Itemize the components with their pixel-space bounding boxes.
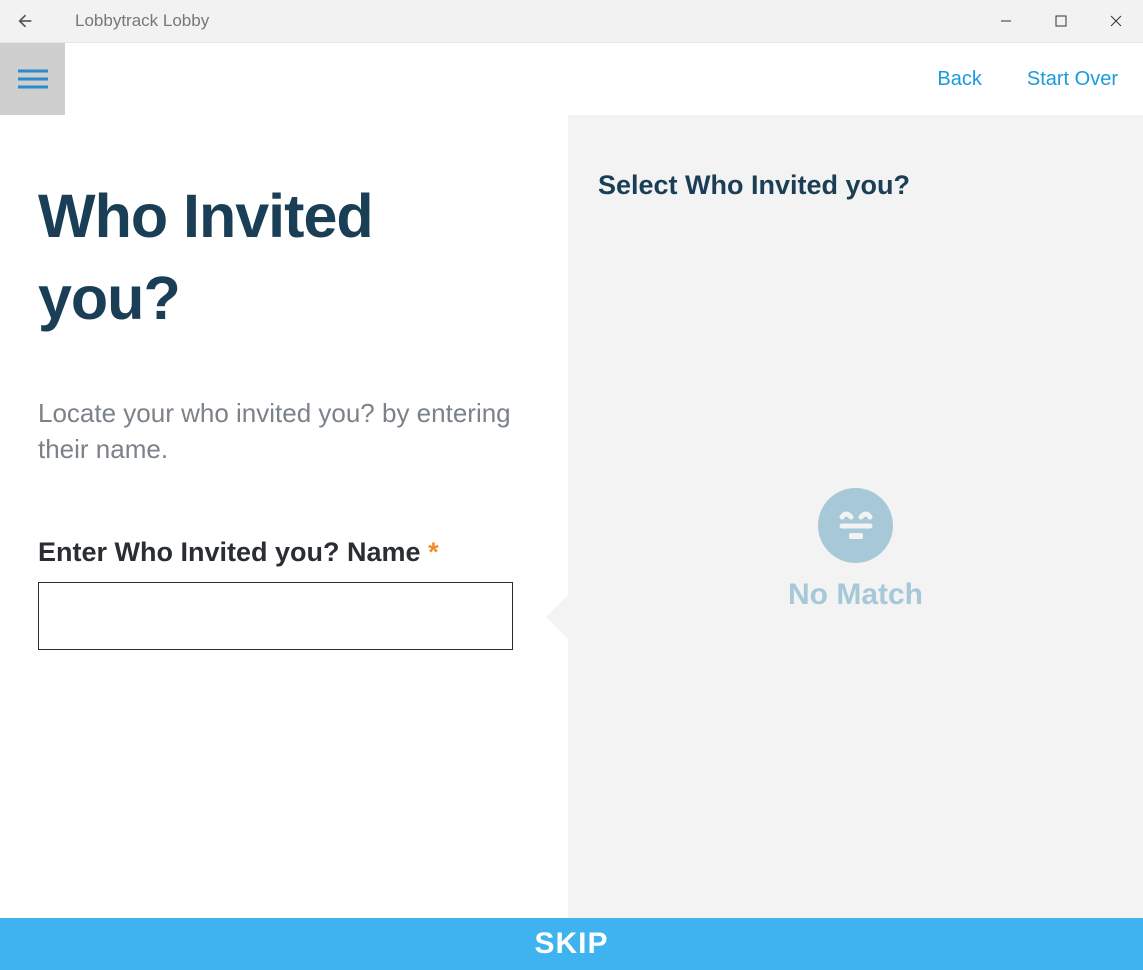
window-maximize-button[interactable] bbox=[1033, 0, 1088, 42]
no-match-state: No Match bbox=[598, 201, 1113, 898]
right-pane: Select Who Invited you? No Match bbox=[568, 115, 1143, 918]
back-link[interactable]: Back bbox=[937, 68, 981, 91]
left-pane: Who Invited you? Locate your who invited… bbox=[0, 115, 568, 918]
pointer-arrow-icon bbox=[546, 595, 568, 639]
select-heading: Select Who Invited you? bbox=[598, 170, 1113, 201]
window-titlebar: Lobbytrack Lobby bbox=[0, 0, 1143, 43]
window-close-button[interactable] bbox=[1088, 0, 1143, 42]
name-input[interactable] bbox=[38, 582, 513, 650]
hamburger-menu-button[interactable] bbox=[0, 43, 65, 115]
page-subtext: Locate your who invited you? by entering… bbox=[38, 395, 530, 468]
window-minimize-button[interactable] bbox=[978, 0, 1033, 42]
main-content: Who Invited you? Locate your who invited… bbox=[0, 115, 1143, 918]
page-title: Who Invited you? bbox=[38, 175, 530, 340]
app-header: Back Start Over bbox=[0, 43, 1143, 115]
window-title: Lobbytrack Lobby bbox=[45, 11, 978, 31]
start-over-link[interactable]: Start Over bbox=[1027, 68, 1118, 91]
no-match-label: No Match bbox=[788, 578, 923, 612]
required-asterisk: * bbox=[428, 537, 439, 567]
sad-face-icon bbox=[818, 488, 893, 563]
name-field-label: Enter Who Invited you? Name * bbox=[38, 537, 530, 568]
window-back-button[interactable] bbox=[0, 11, 45, 31]
skip-button[interactable]: SKIP bbox=[0, 918, 1143, 970]
